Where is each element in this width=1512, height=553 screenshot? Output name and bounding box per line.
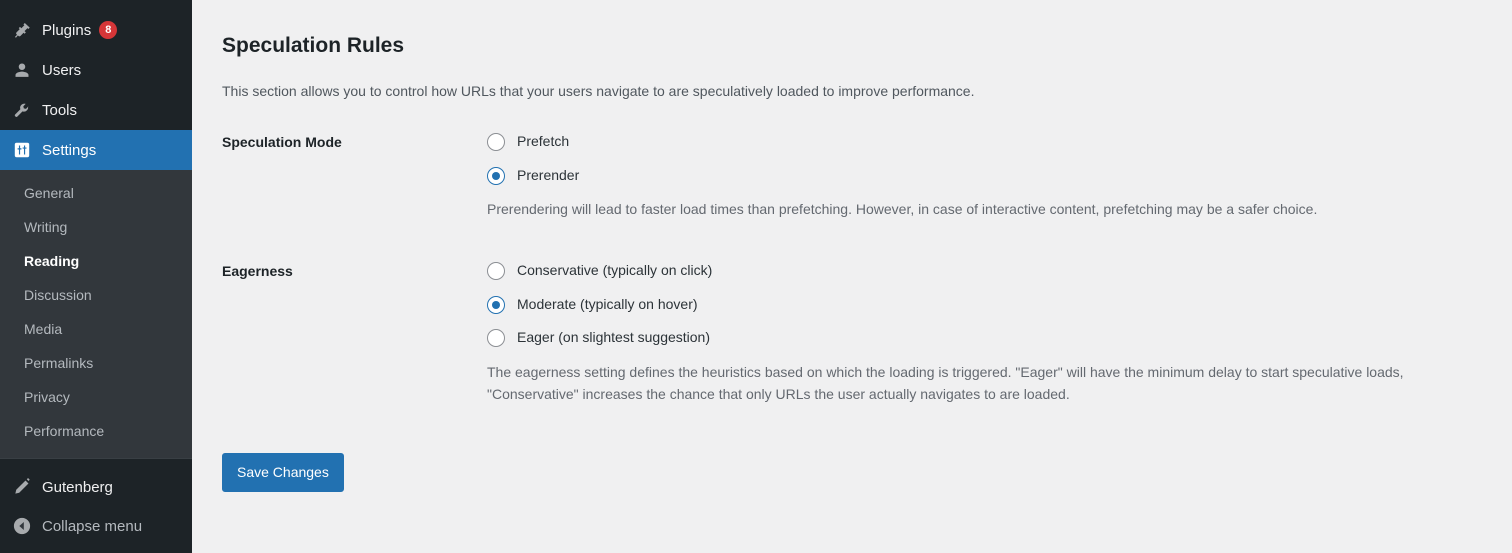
sidebar-item-label: Gutenberg bbox=[42, 478, 113, 496]
radio-indicator[interactable] bbox=[487, 329, 505, 348]
radio-indicator[interactable] bbox=[487, 295, 505, 314]
speculation-mode-row: Speculation Mode Prefetch Prerender Prer… bbox=[222, 132, 1482, 235]
sidebar-bottom-menu: Gutenberg Collapse menu bbox=[0, 458, 192, 545]
submenu-item-discussion[interactable]: Discussion bbox=[0, 278, 192, 312]
radio-indicator[interactable] bbox=[487, 166, 505, 185]
speculation-mode-field: Prefetch Prerender Prerendering will lea… bbox=[487, 132, 1482, 235]
radio-option-moderate[interactable]: Moderate (typically on hover) bbox=[487, 295, 1482, 315]
radio-label: Eager (on slightest suggestion) bbox=[517, 329, 710, 346]
page-title: Speculation Rules bbox=[222, 34, 405, 57]
sidebar-item-settings[interactable]: Settings bbox=[0, 130, 200, 170]
submenu-item-performance[interactable]: Performance bbox=[0, 414, 192, 448]
sidebar-item-label: Plugins bbox=[42, 21, 92, 39]
wrench-icon bbox=[12, 100, 32, 120]
radio-label: Prerender bbox=[517, 166, 580, 183]
eagerness-label: Eagerness bbox=[222, 263, 293, 280]
radio-label: Prefetch bbox=[517, 133, 570, 150]
radio-label: Conservative (typically on click) bbox=[517, 262, 713, 279]
save-changes-button[interactable]: Save Changes bbox=[222, 453, 344, 492]
section-description: This section allows you to control how U… bbox=[222, 83, 975, 100]
submenu-item-privacy[interactable]: Privacy bbox=[0, 380, 192, 414]
radio-option-conservative[interactable]: Conservative (typically on click) bbox=[487, 261, 1482, 281]
eagerness-description: The eagerness setting defines the heuris… bbox=[487, 363, 1404, 402]
settings-submenu: General Writing Reading Discussion Media… bbox=[0, 170, 192, 458]
radio-option-prefetch[interactable]: Prefetch bbox=[487, 132, 1482, 152]
plugins-update-badge: 8 bbox=[99, 21, 118, 39]
plug-icon bbox=[12, 20, 32, 40]
admin-screen: Plugins 8 Users Tools Settings General W… bbox=[0, 0, 1512, 553]
settings-sliders-icon bbox=[12, 140, 32, 160]
sidebar-menu: Plugins 8 Users Tools Settings bbox=[0, 0, 200, 170]
collapse-menu-button[interactable]: Collapse menu bbox=[0, 507, 192, 545]
radio-option-eager[interactable]: Eager (on slightest suggestion) bbox=[487, 328, 1482, 348]
submenu-item-writing[interactable]: Writing bbox=[0, 210, 192, 244]
sidebar-item-gutenberg[interactable]: Gutenberg bbox=[0, 467, 192, 507]
sidebar-item-tools[interactable]: Tools bbox=[0, 90, 192, 130]
submenu-item-permalinks[interactable]: Permalinks bbox=[0, 346, 192, 380]
eagerness-field: Conservative (typically on click) Modera… bbox=[487, 261, 1482, 419]
eagerness-row: Eagerness Conservative (typically on cli… bbox=[222, 261, 1482, 419]
pencil-icon bbox=[12, 477, 32, 497]
radio-indicator[interactable] bbox=[487, 133, 505, 152]
sidebar-item-plugins[interactable]: Plugins 8 bbox=[0, 10, 192, 50]
sidebar-item-label: Users bbox=[42, 61, 82, 79]
sidebar-item-label: Settings bbox=[42, 141, 97, 159]
submit-area: Save Changes bbox=[222, 453, 1482, 492]
submenu-item-general[interactable]: General bbox=[0, 176, 192, 210]
speculation-mode-label: Speculation Mode bbox=[222, 134, 342, 151]
submenu-item-reading[interactable]: Reading bbox=[0, 244, 192, 278]
collapse-arrow-icon bbox=[12, 516, 32, 536]
radio-indicator[interactable] bbox=[487, 261, 505, 280]
admin-sidebar: Plugins 8 Users Tools Settings General W… bbox=[0, 0, 200, 553]
settings-content: Speculation Rules This section allows yo… bbox=[192, 0, 1512, 553]
submenu-item-media[interactable]: Media bbox=[0, 312, 192, 346]
sidebar-item-label: Tools bbox=[42, 101, 78, 119]
sidebar-item-users[interactable]: Users bbox=[0, 50, 192, 90]
radio-label: Moderate (typically on hover) bbox=[517, 295, 698, 312]
collapse-menu-label: Collapse menu bbox=[42, 517, 143, 535]
radio-option-prerender[interactable]: Prerender bbox=[487, 166, 1482, 186]
user-icon bbox=[12, 60, 32, 80]
speculation-mode-description: Prerendering will lead to faster load ti… bbox=[487, 201, 1318, 218]
